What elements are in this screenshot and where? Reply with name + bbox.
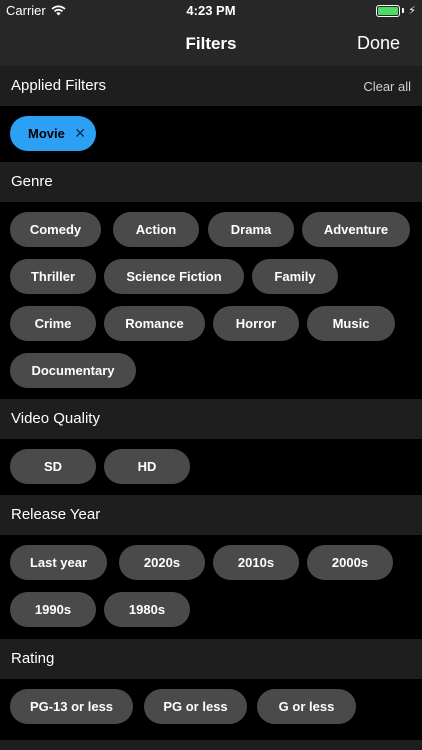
remove-filter-icon[interactable]: ✕ [74, 125, 86, 142]
done-button[interactable]: Done [357, 33, 400, 54]
applied-chip-label: Movie [28, 126, 65, 141]
applied-filters-title: Applied Filters [11, 77, 107, 94]
status-time: 4:23 PM [186, 3, 236, 18]
genre-chip-documentary[interactable]: Documentary [10, 353, 136, 388]
rating-header: Rating [0, 639, 422, 679]
genre-header: Genre [0, 162, 422, 202]
release-year-title: Release Year [11, 506, 101, 523]
genre-chip-horror[interactable]: Horror [213, 306, 299, 341]
applied-filters-header: Applied Filters Clear all [0, 66, 422, 106]
charging-bolt-icon: ⚡ [408, 5, 416, 17]
genre-title: Genre [11, 173, 53, 190]
clear-all-button[interactable]: Clear all [363, 79, 411, 94]
video-quality-header: Video Quality [0, 399, 422, 439]
battery-icon [376, 4, 401, 17]
rating-chip-g[interactable]: G or less [257, 689, 356, 724]
genre-chip-romance[interactable]: Romance [104, 306, 205, 341]
quality-chip-hd[interactable]: HD [104, 449, 190, 484]
genre-chip-comedy[interactable]: Comedy [10, 212, 101, 247]
nav-bar: Filters Done [0, 22, 422, 66]
release-year-header: Release Year [0, 495, 422, 535]
genre-chip-drama[interactable]: Drama [208, 212, 294, 247]
year-chip-1980s[interactable]: 1980s [104, 592, 190, 627]
year-chip-2010s[interactable]: 2010s [213, 545, 299, 580]
year-chip-last-year[interactable]: Last year [10, 545, 107, 580]
genre-chip-science-fiction[interactable]: Science Fiction [104, 259, 244, 294]
genre-chip-family[interactable]: Family [252, 259, 338, 294]
battery-cap [402, 8, 405, 13]
year-chip-1990s[interactable]: 1990s [10, 592, 96, 627]
genre-chip-action[interactable]: Action [113, 212, 199, 247]
genre-chip-music[interactable]: Music [307, 306, 395, 341]
next-section-header [0, 740, 422, 750]
video-quality-title: Video Quality [11, 410, 100, 427]
applied-chip-movie[interactable]: Movie ✕ [10, 116, 96, 151]
genre-chip-crime[interactable]: Crime [10, 306, 96, 341]
quality-chip-sd[interactable]: SD [10, 449, 96, 484]
rating-chip-pg[interactable]: PG or less [144, 689, 247, 724]
genre-chip-adventure[interactable]: Adventure [302, 212, 410, 247]
rating-chip-pg13[interactable]: PG-13 or less [10, 689, 133, 724]
rating-title: Rating [11, 650, 55, 667]
year-chip-2000s[interactable]: 2000s [307, 545, 393, 580]
status-bar: Carrier 4:23 PM ⚡ [0, 0, 422, 22]
battery-fill [378, 6, 399, 15]
genre-chip-thriller[interactable]: Thriller [10, 259, 96, 294]
year-chip-2020s[interactable]: 2020s [119, 545, 205, 580]
status-right: ⚡ [376, 4, 416, 17]
